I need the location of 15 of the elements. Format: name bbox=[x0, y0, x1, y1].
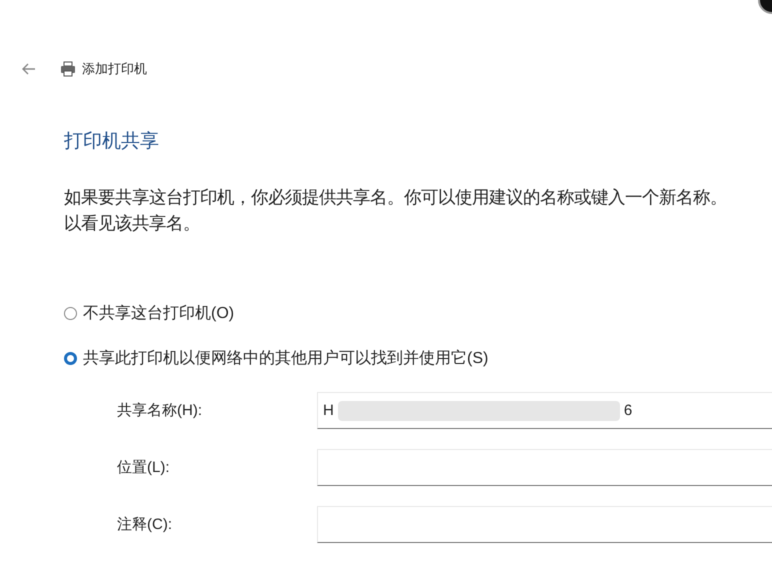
printer-icon bbox=[60, 61, 76, 77]
radio-button[interactable] bbox=[64, 352, 77, 365]
field-label: 注释(C): bbox=[116, 515, 173, 535]
description-text: 以看见该共享名。 bbox=[64, 212, 201, 235]
input-field[interactable]: H 6 bbox=[317, 392, 772, 429]
input-field[interactable] bbox=[317, 506, 772, 543]
window-title: 添加打印机 bbox=[82, 60, 147, 78]
field-label: 共享名称(H): bbox=[116, 401, 203, 421]
option-label: 共享此打印机以便网络中的其他用户可以找到并使用它(S) bbox=[83, 348, 488, 369]
page-heading: 打印机共享 bbox=[64, 130, 160, 154]
option-label: 不共享这台打印机(O) bbox=[83, 304, 234, 324]
input-field[interactable] bbox=[317, 449, 772, 486]
radio-button[interactable] bbox=[64, 307, 77, 320]
field-label: 位置(L): bbox=[116, 458, 170, 478]
description-text: 如果要共享这台打印机，你必须提供共享名。你可以使用建议的名称或键入一个新名称。 bbox=[64, 186, 728, 209]
